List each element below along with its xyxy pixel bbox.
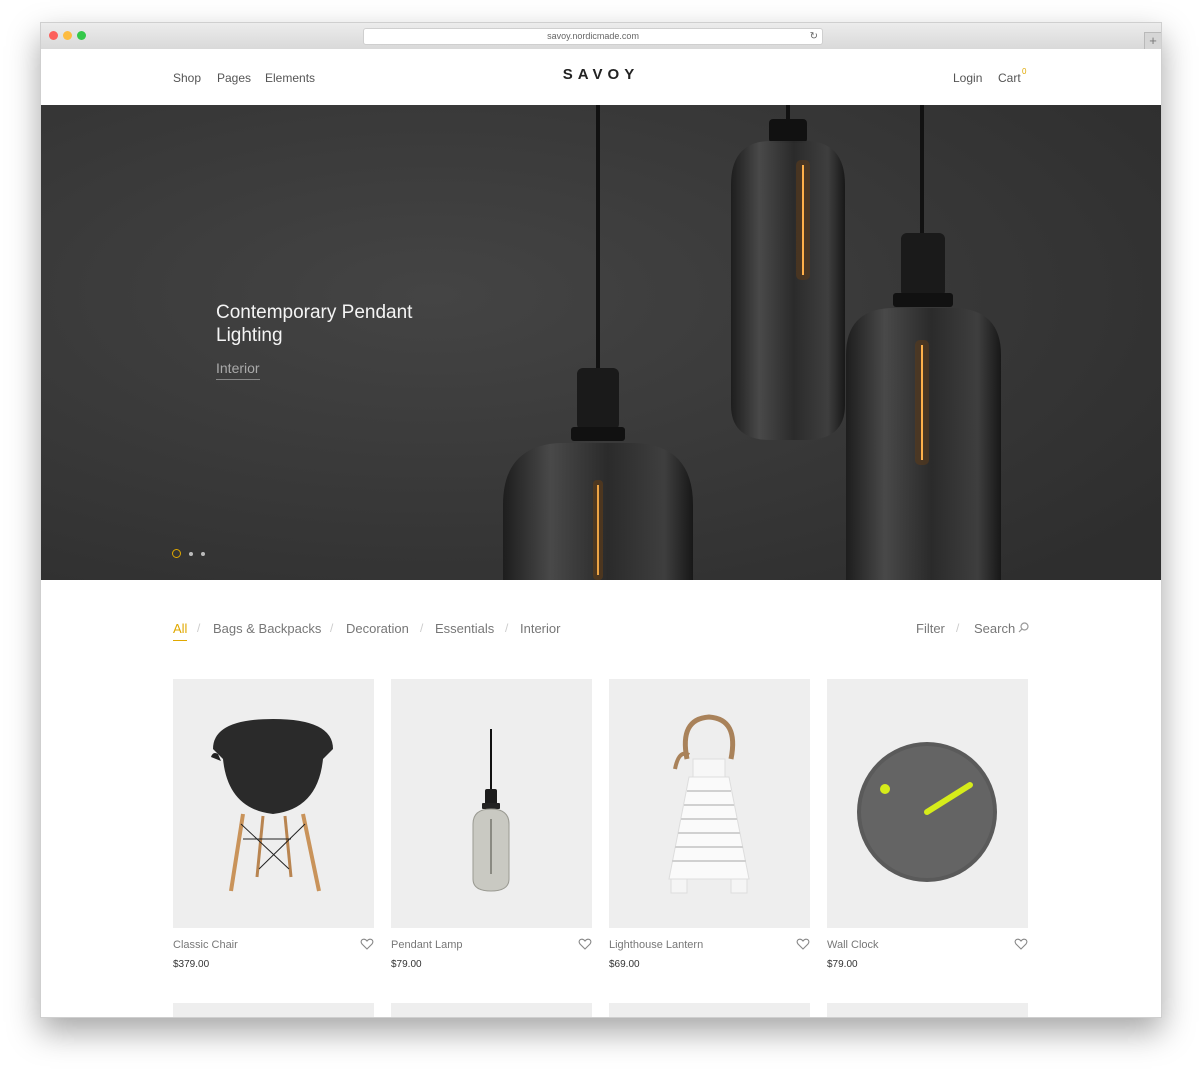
product-price: $379.00 (173, 959, 210, 970)
product-image[interactable] (609, 1003, 810, 1017)
filter-separator: / (956, 621, 960, 635)
product-name[interactable]: Pendant Lamp (391, 939, 463, 951)
product-price: $79.00 (827, 959, 858, 970)
filter-separator: / (420, 621, 424, 635)
filter-separator: / (197, 621, 201, 635)
site-logo[interactable]: SAVOY (41, 66, 1161, 83)
filter-interior[interactable]: Interior (520, 621, 560, 636)
filter-separator: / (330, 621, 334, 635)
close-window-button[interactable] (49, 31, 58, 40)
login-link[interactable]: Login (953, 71, 982, 85)
address-bar[interactable]: savoy.nordicmade.com ↻ (363, 28, 823, 45)
maximize-window-button[interactable] (77, 31, 86, 40)
slide-dot-3[interactable] (201, 552, 205, 556)
product-name[interactable]: Wall Clock (827, 939, 879, 951)
heart-icon[interactable] (578, 937, 592, 951)
search-link[interactable]: Search (974, 621, 1015, 636)
heart-icon[interactable] (1014, 937, 1028, 951)
reload-icon[interactable]: ↻ (810, 29, 818, 44)
product-image[interactable] (391, 1003, 592, 1017)
browser-window: savoy.nordicmade.com ↻ + Shop Pages Elem… (40, 22, 1162, 1018)
filter-separator: / (505, 621, 509, 635)
product-image[interactable] (173, 679, 374, 928)
lantern-image (668, 714, 750, 894)
heart-icon[interactable] (796, 937, 810, 951)
product-price: $69.00 (609, 959, 640, 970)
cart-count-badge: 0 (1022, 67, 1027, 76)
product-card[interactable]: Pendant Lamp $79.00 (391, 679, 592, 979)
site-header: Shop Pages Elements SAVOY Login Cart 0 (41, 49, 1161, 105)
filter-toggle[interactable]: Filter (916, 621, 945, 636)
product-card[interactable]: Classic Chair $379.00 (173, 679, 374, 979)
wall-clock-image (857, 742, 997, 882)
browser-toolbar: savoy.nordicmade.com ↻ + (41, 23, 1161, 50)
heart-icon[interactable] (360, 937, 374, 951)
hero-title: Contemporary Pendant Lighting (216, 302, 413, 346)
product-card[interactable]: Lighthouse Lantern $69.00 (609, 679, 810, 979)
slide-dot-2[interactable] (189, 552, 193, 556)
product-price: $79.00 (391, 959, 422, 970)
filter-bags-backpacks[interactable]: Bags & Backpacks (213, 621, 321, 636)
pendant-lights-image (41, 105, 1161, 580)
new-tab-button[interactable]: + (1144, 32, 1161, 49)
filter-essentials[interactable]: Essentials (435, 621, 494, 636)
product-name[interactable]: Classic Chair (173, 939, 238, 951)
filter-all[interactable]: All (173, 621, 188, 641)
search-icon[interactable] (1018, 622, 1029, 633)
url-text: savoy.nordicmade.com (547, 31, 639, 41)
pendant-lamp-image (472, 729, 510, 892)
hero-slider: Contemporary Pendant Lighting Interior (41, 105, 1161, 580)
product-name[interactable]: Lighthouse Lantern (609, 939, 703, 951)
cart-link[interactable]: Cart (998, 71, 1021, 85)
slide-dot-1[interactable] (172, 549, 181, 558)
chair-image (211, 719, 333, 892)
category-filter-bar: All / Bags & Backpacks / Decoration / Es… (41, 621, 1161, 645)
product-image[interactable] (827, 1003, 1028, 1017)
filter-decoration[interactable]: Decoration (346, 621, 409, 636)
minimize-window-button[interactable] (63, 31, 72, 40)
product-card[interactable]: Wall Clock $79.00 (827, 679, 1028, 979)
product-image[interactable] (391, 679, 592, 928)
product-image[interactable] (827, 679, 1028, 928)
hero-category-link[interactable]: Interior (216, 360, 260, 380)
product-image[interactable] (609, 679, 810, 928)
product-image[interactable] (173, 1003, 374, 1017)
